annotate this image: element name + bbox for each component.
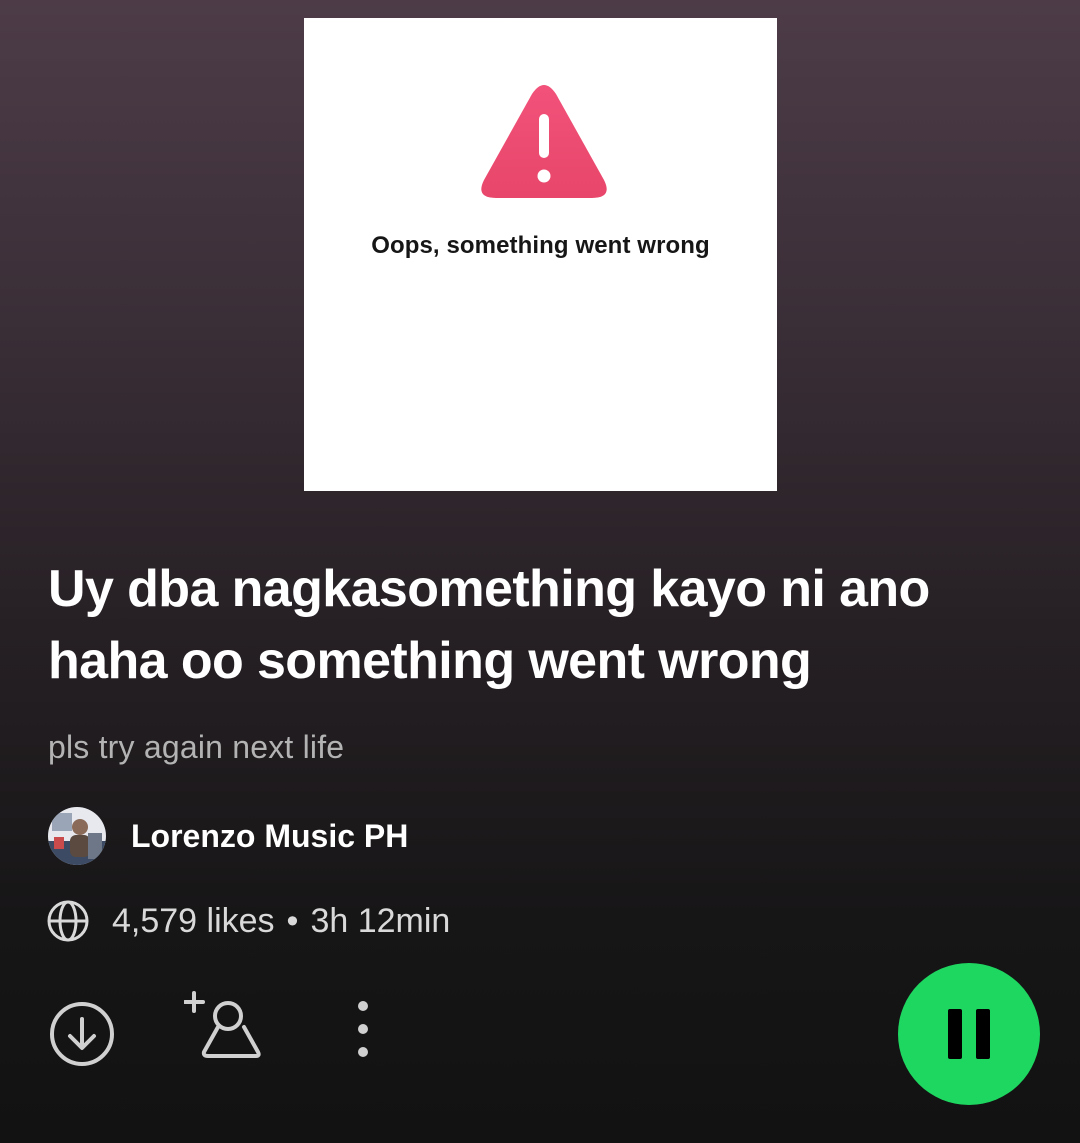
playlist-duration: 3h 12min: [310, 901, 451, 940]
owner-name[interactable]: Lorenzo Music PH: [131, 818, 408, 855]
owner-row[interactable]: Lorenzo Music PH: [48, 806, 408, 866]
pause-icon: [948, 1009, 990, 1059]
add-follow-icon[interactable]: [184, 990, 264, 1062]
playlist-cover: Oops, something went wrong: [304, 18, 777, 491]
playlist-title: Uy dba nagkasomething kayo ni ano haha o…: [48, 560, 930, 690]
playlist-meta: 4,579 likes • 3h 12min: [46, 896, 450, 946]
meta-separator: •: [286, 901, 299, 940]
error-message: Oops, something went wrong: [371, 232, 710, 259]
globe-icon: [47, 900, 89, 942]
owner-avatar[interactable]: [48, 807, 106, 865]
playlist-description: pls try again next life: [48, 729, 345, 765]
likes-count: 4,579 likes: [112, 901, 275, 940]
download-icon[interactable]: [48, 1000, 116, 1068]
play-pause-button[interactable]: [898, 963, 1040, 1105]
more-options-icon[interactable]: [340, 996, 386, 1062]
warning-triangle-icon: [481, 85, 607, 198]
